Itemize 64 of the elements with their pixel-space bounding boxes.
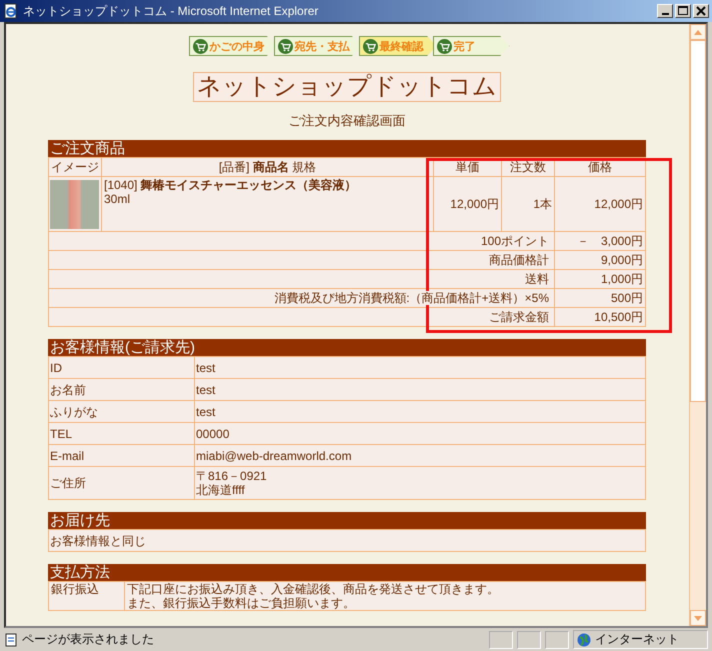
table-cell: 12,000円	[554, 176, 646, 232]
page-icon	[4, 632, 18, 646]
table-cell: 12,000円	[434, 176, 502, 232]
status-pane	[517, 630, 541, 648]
table-cell: 下記口座にお振込み頂き、入金確認後、商品を発送させて頂きます。 また、銀行振込手数料はご負担願います。	[124, 582, 646, 610]
table-cell: TEL	[48, 422, 194, 444]
section-heading: お届け先	[48, 512, 646, 529]
column-header: 注文数	[502, 158, 554, 176]
cart-icon	[362, 38, 378, 54]
scrollbar[interactable]	[689, 24, 706, 626]
security-zone: インターネット	[595, 631, 679, 648]
section-heading: ご注文商品	[48, 140, 646, 157]
down-arrow-icon	[694, 616, 702, 620]
maximize-button[interactable]	[675, 4, 691, 18]
table-cell: お客様情報と同じ	[48, 530, 646, 552]
table-cell: 消費税及び地方消費税額:（商品価格計+送料）×5%	[48, 288, 554, 308]
table-cell: test	[194, 400, 646, 422]
maximize-icon	[678, 6, 688, 16]
status-message: ページが表示されました	[22, 631, 155, 648]
table-cell: [1040] 舞椿モイスチャーエッセンス（美容液） 30ml	[102, 176, 434, 232]
table-cell: － 3,000円	[554, 232, 646, 250]
column-header: イメージ	[48, 158, 102, 176]
section-heading: お客様情報(ご請求先)	[48, 339, 646, 356]
scroll-thumb[interactable]	[690, 40, 706, 402]
status-pane	[489, 630, 513, 648]
step-indicator: 完了	[432, 36, 510, 56]
table-cell: E-mail	[48, 444, 194, 466]
table-cell: 商品価格計	[48, 250, 554, 270]
section-heading: 支払方法	[48, 564, 646, 581]
table-cell: 1,000円	[554, 270, 646, 288]
table-cell: 100ポイント	[48, 232, 554, 250]
table-cell: ふりがな	[48, 400, 194, 422]
table-cell: ご住所	[48, 466, 194, 500]
table-cell: お名前	[48, 378, 194, 400]
page-subtitle: ご注文内容確認画面	[288, 112, 406, 130]
table-cell: 00000	[194, 422, 646, 444]
shop-title: ネットショップドットコム	[193, 72, 501, 102]
close-button[interactable]	[693, 4, 709, 18]
cart-icon	[278, 38, 292, 54]
cart-icon	[192, 38, 208, 54]
minimize-button[interactable]	[657, 4, 673, 18]
column-header: 単価	[434, 158, 502, 176]
cart-icon	[436, 38, 452, 54]
table-cell: test	[194, 356, 646, 378]
window-title: ネットショップドットコム - Microsoft Internet Explorer	[23, 2, 320, 20]
table-cell: 9,000円	[554, 250, 646, 270]
table-cell: ID	[48, 356, 194, 378]
table-cell: 〒816－0921 北海道ffff	[194, 466, 646, 500]
table-cell: 銀行振込	[48, 582, 124, 610]
minimize-icon	[662, 13, 668, 15]
table-cell: 500円	[554, 288, 646, 308]
page-icon	[3, 3, 19, 19]
table-cell: 送料	[48, 270, 554, 288]
table-cell: 1本	[502, 176, 554, 232]
table-cell: 10,500円	[554, 308, 646, 326]
table-cell: test	[194, 378, 646, 400]
up-arrow-icon	[694, 30, 702, 34]
table-cell: miabi@web-dreamworld.com	[194, 444, 646, 466]
column-header: [品番] 商品名 規格	[102, 158, 434, 176]
column-header: 価格	[554, 158, 646, 176]
status-pane	[545, 630, 569, 648]
close-icon	[696, 6, 706, 16]
globe-icon	[577, 632, 591, 646]
table-cell: ご請求金額	[48, 308, 554, 326]
